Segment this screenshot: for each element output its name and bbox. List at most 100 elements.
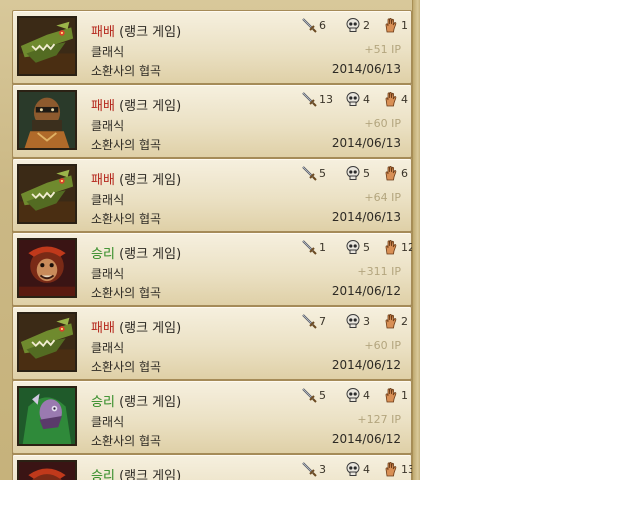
kda-stats: 5 5 6 xyxy=(301,164,411,184)
assists-stat: 1 xyxy=(383,386,408,404)
assists-stat: 6 xyxy=(383,164,408,182)
game-mode: 클래식 xyxy=(91,267,125,281)
queue-type: (랭크 게임) xyxy=(119,469,182,480)
deaths-stat: 4 xyxy=(345,460,370,478)
match-entry[interactable]: 승리 (랭크 게임) 클래식 소환사의 협곡 5 4 1 +127 IP 201… xyxy=(12,380,412,454)
queue-type: (랭크 게임) xyxy=(119,25,182,40)
assists-stat: 13 xyxy=(383,460,415,478)
hand-icon xyxy=(385,17,397,33)
kills-stat: 7 xyxy=(301,312,326,330)
match-result: 승리 (랭크 게임) xyxy=(91,391,181,410)
map-name: 소환사의 협곡 xyxy=(91,64,162,78)
crocodile-champion-icon xyxy=(17,16,77,76)
ip-reward: +60 IP xyxy=(364,117,401,130)
assists-value: 1 xyxy=(401,388,408,402)
match-outcome: 승리 xyxy=(91,395,115,410)
kda-stats: 7 3 2 xyxy=(301,312,411,332)
match-date: 2014/06/12 xyxy=(331,432,401,446)
assists-value: 1 xyxy=(401,18,408,32)
match-outcome: 승리 xyxy=(91,469,115,480)
match-entry[interactable]: 패배 (랭크 게임) 클래식 소환사의 협곡 5 5 6 +64 IP 2014… xyxy=(12,158,412,232)
sword-icon xyxy=(302,240,317,255)
sword-icon xyxy=(302,462,317,477)
skull-icon xyxy=(346,18,360,32)
monkey-king-champion-icon xyxy=(17,238,77,298)
match-entry[interactable]: 패배 (랭크 게임) 클래식 소환사의 협곡 7 3 2 +60 IP 2014… xyxy=(12,306,412,380)
game-mode: 클래식 xyxy=(91,119,125,133)
deaths-stat: 4 xyxy=(345,386,370,404)
map-name: 소환사의 협곡 xyxy=(91,286,162,300)
kills-stat: 13 xyxy=(301,90,333,108)
kda-stats: 3 4 13 xyxy=(301,460,415,480)
match-date: 2014/06/12 xyxy=(331,284,401,298)
kills-stat: 5 xyxy=(301,386,326,404)
assists-value: 6 xyxy=(401,166,408,180)
game-mode: 클래식 xyxy=(91,415,125,429)
assists-value: 2 xyxy=(401,314,408,328)
match-date: 2014/06/13 xyxy=(331,210,401,224)
deaths-value: 3 xyxy=(363,314,370,328)
match-entry[interactable]: 패배 (랭크 게임) 클래식 소환사의 협곡 6 2 1 +51 IP 2014… xyxy=(12,10,412,84)
deaths-value: 2 xyxy=(363,18,370,32)
hand-icon xyxy=(385,313,397,329)
crocodile-champion-icon xyxy=(17,312,77,372)
kills-stat: 3 xyxy=(301,460,326,478)
deaths-stat: 5 xyxy=(345,238,370,256)
match-outcome: 승리 xyxy=(91,247,115,262)
match-date: 2014/06/12 xyxy=(331,358,401,372)
skull-icon xyxy=(346,92,360,106)
ip-reward: +60 IP xyxy=(364,339,401,352)
skull-icon xyxy=(346,166,360,180)
ip-reward: +51 IP xyxy=(364,43,401,56)
skull-icon xyxy=(346,462,360,476)
deaths-stat: 2 xyxy=(345,16,370,34)
map-name: 소환사의 협곡 xyxy=(91,212,162,226)
match-outcome: 패배 xyxy=(91,173,115,188)
hand-icon xyxy=(385,387,397,403)
crocodile-champion-icon xyxy=(17,164,77,224)
kills-value: 13 xyxy=(319,92,333,106)
deaths-stat: 4 xyxy=(345,90,370,108)
queue-type: (랭크 게임) xyxy=(119,99,182,114)
sword-icon xyxy=(302,388,317,403)
match-entry[interactable]: 승리 (랭크 게임) 클래식 소환사의 협곡 1 5 12 +311 IP 20… xyxy=(12,232,415,306)
match-result: 승리 (랭크 게임) xyxy=(91,243,181,262)
match-result: 패배 (랭크 게임) xyxy=(91,169,181,188)
kills-value: 7 xyxy=(319,314,326,328)
kills-value: 3 xyxy=(319,462,326,476)
kda-stats: 5 4 1 xyxy=(301,386,411,406)
deaths-value: 4 xyxy=(363,92,370,106)
kda-stats: 1 5 12 xyxy=(301,238,415,258)
match-history-list: 패배 (랭크 게임) 클래식 소환사의 협곡 6 2 1 +51 IP 2014… xyxy=(12,10,415,480)
monkey-king-champion-icon xyxy=(17,460,77,480)
match-date: 2014/06/13 xyxy=(331,136,401,150)
deaths-stat: 5 xyxy=(345,164,370,182)
scrollbar-track[interactable] xyxy=(412,0,420,480)
kda-stats: 13 4 4 xyxy=(301,90,411,110)
sword-icon xyxy=(302,314,317,329)
kills-value: 1 xyxy=(319,240,326,254)
assists-value: 4 xyxy=(401,92,408,106)
skull-icon xyxy=(346,240,360,254)
green-cloaked-champion-icon xyxy=(17,386,77,446)
hand-icon xyxy=(385,165,397,181)
deaths-value: 4 xyxy=(363,388,370,402)
ip-reward: +311 IP xyxy=(357,265,401,278)
map-name: 소환사의 협곡 xyxy=(91,434,162,448)
kills-value: 5 xyxy=(319,388,326,402)
kills-value: 6 xyxy=(319,18,326,32)
skull-icon xyxy=(346,314,360,328)
masked-warrior-champion-icon xyxy=(17,90,77,150)
match-entry[interactable]: 승리 (랭크 게임) 클래식 소환사의 협곡 3 xyxy=(12,454,415,480)
map-name: 소환사의 협곡 xyxy=(91,138,162,152)
match-history-panel: 패배 (랭크 게임) 클래식 소환사의 협곡 6 2 1 +51 IP 2014… xyxy=(0,0,420,480)
ip-reward: +127 IP xyxy=(357,413,401,426)
queue-type: (랭크 게임) xyxy=(119,247,182,262)
kills-stat: 5 xyxy=(301,164,326,182)
kills-stat: 1 xyxy=(301,238,326,256)
match-outcome: 패배 xyxy=(91,321,115,336)
match-outcome: 패배 xyxy=(91,25,115,40)
match-entry[interactable]: 패배 (랭크 게임) 클래식 소환사의 협곡 13 4 4 +60 IP 201… xyxy=(12,84,412,158)
match-outcome: 패배 xyxy=(91,99,115,114)
game-mode: 클래식 xyxy=(91,341,125,355)
